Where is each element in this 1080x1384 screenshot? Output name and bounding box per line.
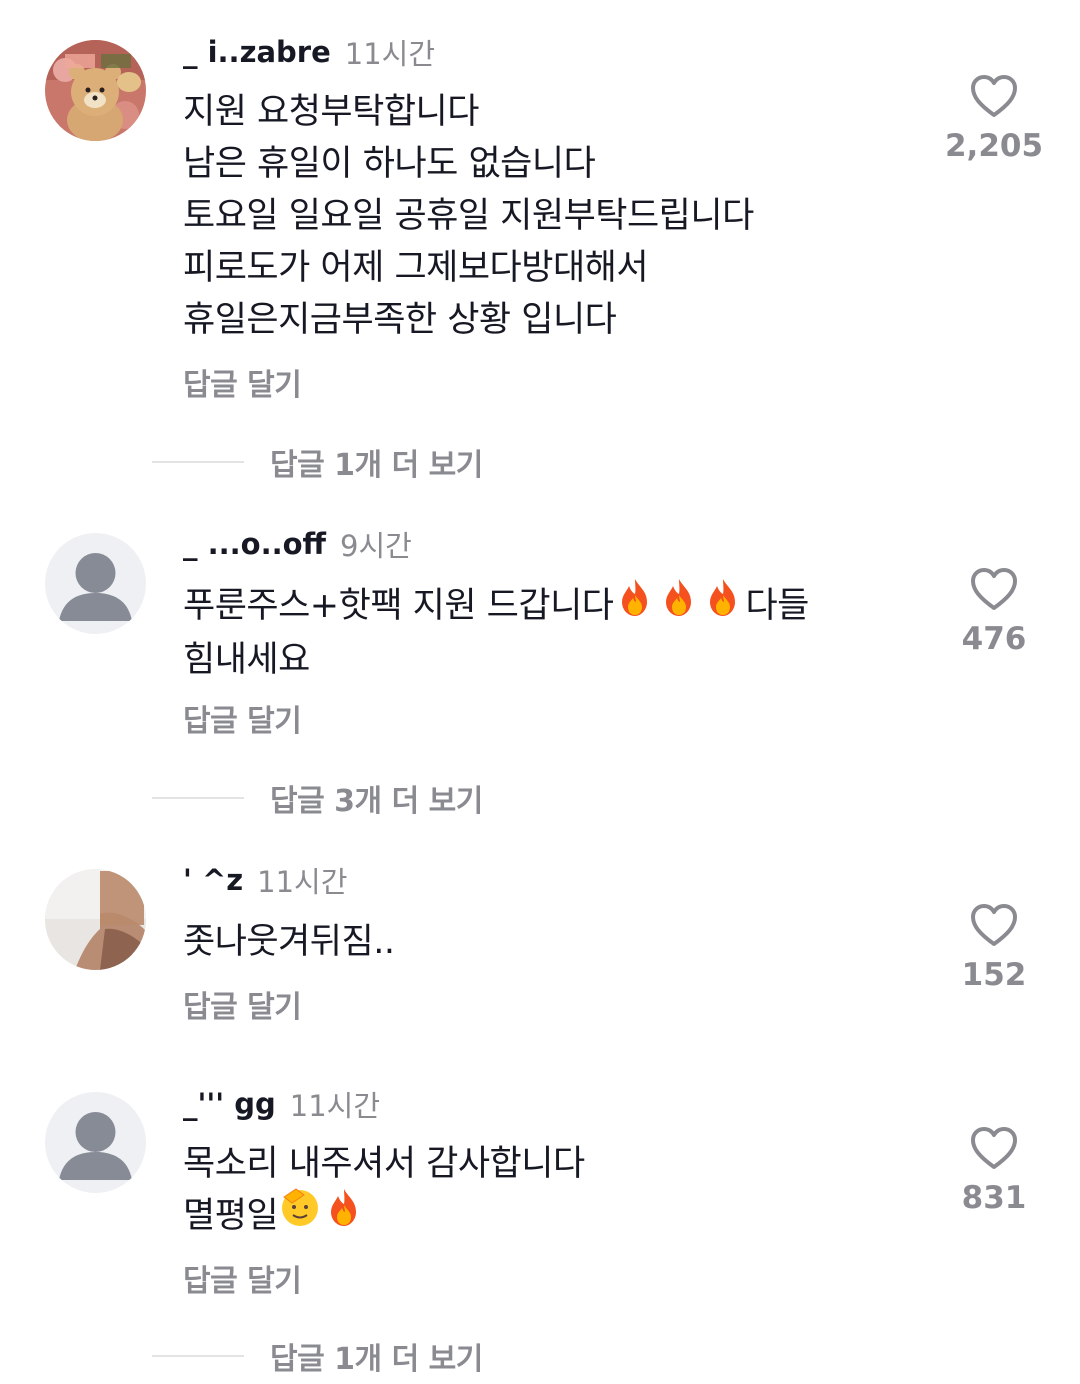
heart-icon (971, 568, 1017, 610)
view-more-replies[interactable]: 답글 3개 더 보기 (152, 776, 483, 820)
comment-text-part: 멸평일 (183, 1196, 279, 1236)
fire-icon (701, 575, 745, 634)
reply-button[interactable]: 답글 달기 (183, 1256, 302, 1300)
like-button[interactable]: 831 (944, 1126, 1044, 1216)
heart-icon (971, 1127, 1017, 1169)
timestamp: 11시간 (344, 37, 436, 71)
comment-3: ' ^z 11시간 좃나웃겨뒤짐.. 답글 달기 152 (0, 830, 1080, 1070)
username[interactable]: _ i..zabre (183, 35, 331, 69)
like-count: 152 (961, 957, 1027, 993)
heart-icon (971, 75, 1017, 117)
fire-icon (613, 575, 657, 634)
comment-meta: _ ...o..off 9시간 (183, 524, 412, 564)
view-more-label: 답글 1개 더 보기 (270, 1342, 483, 1377)
comment-meta: _''' gg 11시간 (183, 1084, 380, 1124)
default-user-icon (45, 1092, 146, 1193)
like-count: 2,205 (944, 128, 1044, 164)
avatar[interactable] (45, 533, 146, 634)
reply-button[interactable]: 답글 달기 (183, 982, 302, 1026)
comment-text-part: 목소리 내주셔서 감사합니다 (183, 1144, 585, 1184)
avatar[interactable] (45, 869, 146, 970)
avatar[interactable] (45, 1092, 146, 1193)
reply-button[interactable]: 답글 달기 (183, 696, 302, 740)
username[interactable]: ' ^z (183, 863, 243, 897)
like-count: 831 (961, 1180, 1027, 1216)
reply-button[interactable]: 답글 달기 (183, 360, 302, 404)
heart-icon (971, 904, 1017, 946)
fire-icon (657, 575, 701, 634)
comment-text-part: 다들 (745, 586, 809, 626)
timestamp: 9시간 (340, 529, 412, 563)
timestamp: 11시간 (289, 1089, 381, 1123)
like-button[interactable]: 2,205 (944, 74, 1044, 164)
view-more-label: 답글 1개 더 보기 (270, 448, 483, 483)
comment-text: 지원 요청부탁합니다 남은 휴일이 하나도 없습니다 토요일 일요일 공휴일 지… (183, 92, 754, 340)
view-more-replies[interactable]: 답글 1개 더 보기 (152, 1334, 483, 1378)
fire-icon (322, 1185, 366, 1244)
username[interactable]: _''' gg (183, 1087, 276, 1121)
comment-1: _ i..zabre 11시간 지원 요청부탁합니다 남은 휴일이 하나도 없습… (0, 0, 1080, 500)
comment-4: _''' gg 11시간 목소리 내주셔서 감사합니다멸평일 답글 달기 831… (0, 1070, 1080, 1384)
saluting-face-icon (278, 1185, 322, 1244)
comment-text-part: 힘내세요 (183, 639, 310, 680)
like-count: 476 (961, 621, 1027, 657)
comment-text: 목소리 내주셔서 감사합니다멸평일 (183, 1138, 585, 1244)
view-more-replies[interactable]: 답글 1개 더 보기 (152, 440, 483, 484)
comment-text-part: 푸룬주스+핫팩 지원 드갑니다 (183, 586, 614, 626)
comment-text: 좃나웃겨뒤짐.. (183, 922, 395, 962)
bear-plush-icon (45, 40, 146, 141)
comment-text: 푸룬주스+핫팩 지원 드갑니다 다들힘내세요 (183, 578, 809, 686)
comment-2: _ ...o..off 9시간 푸룬주스+핫팩 지원 드갑니다 다들힘내세요 답글… (0, 500, 1080, 830)
photo-icon (45, 869, 146, 970)
view-more-label: 답글 3개 더 보기 (270, 784, 483, 819)
comment-meta: ' ^z 11시간 (183, 860, 347, 900)
divider-line (152, 1355, 244, 1357)
divider-line (152, 797, 244, 799)
timestamp: 11시간 (257, 865, 348, 899)
like-button[interactable]: 476 (944, 567, 1044, 657)
username[interactable]: _ ...o..off (183, 527, 326, 561)
avatar[interactable] (45, 40, 146, 141)
comment-meta: _ i..zabre 11시간 (183, 32, 435, 72)
divider-line (152, 461, 244, 463)
like-button[interactable]: 152 (944, 903, 1044, 993)
default-user-icon (45, 533, 146, 634)
